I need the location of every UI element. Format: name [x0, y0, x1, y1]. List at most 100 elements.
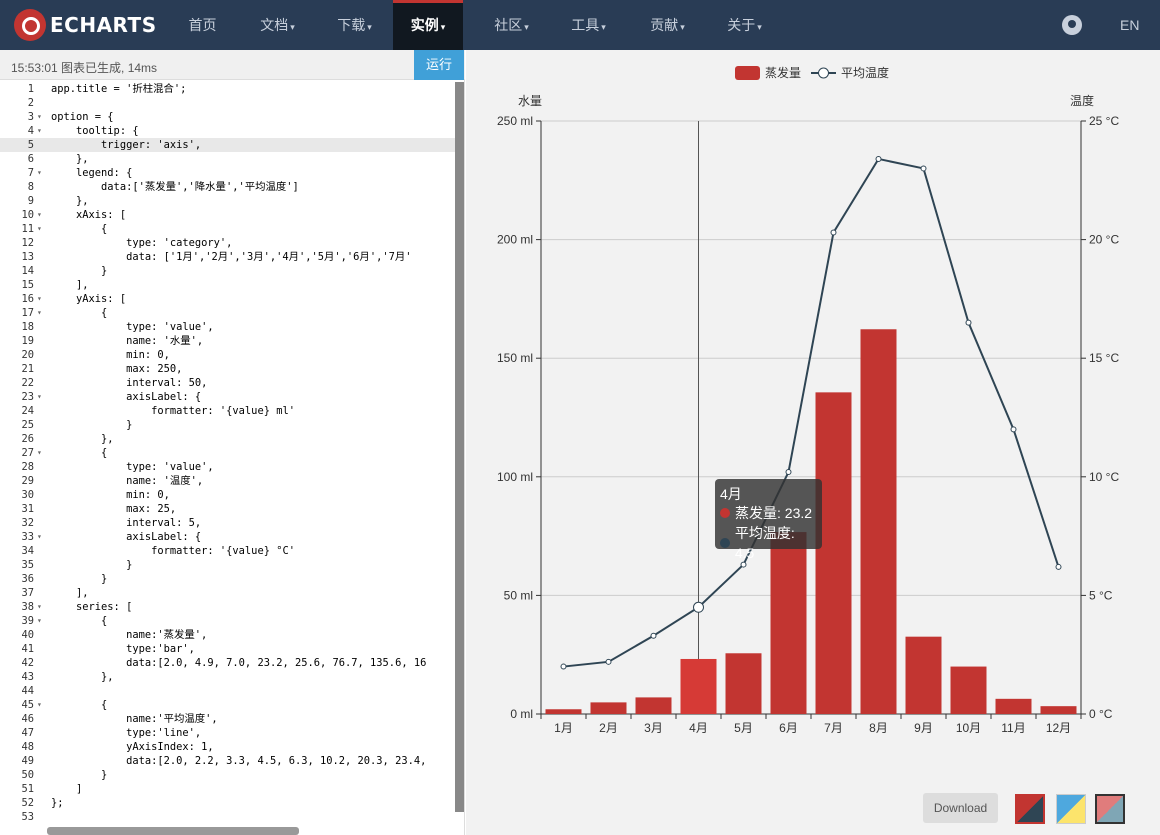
code-text: }: [51, 419, 133, 431]
x-tick-label: 2月: [599, 721, 618, 735]
code-text: },: [51, 195, 89, 207]
nav-item[interactable]: 首页: [175, 0, 230, 50]
nav-item[interactable]: 贡献 ▾: [635, 0, 700, 50]
line-number: 39: [21, 615, 34, 627]
nav-item[interactable]: 下载 ▾: [322, 0, 387, 50]
x-tick-label: 3月: [644, 721, 663, 735]
y-tick-label-left: 250 ml: [497, 114, 533, 128]
tooltip-row-label: 蒸发量: 23.2: [735, 505, 813, 521]
line-number: 30: [21, 489, 34, 501]
line-number: 1: [27, 83, 34, 95]
line-number: 32: [21, 517, 34, 529]
code-text: min: 0,: [51, 349, 170, 361]
code-line: 32 interval: 5,: [0, 516, 455, 530]
line-number: 14: [21, 265, 34, 277]
echarts-logo[interactable]: ECHARTS: [14, 9, 157, 41]
nav-item-label: 工具: [571, 17, 600, 33]
x-tick-label: 9月: [914, 721, 933, 735]
code-line: 19 name: '水量',: [0, 334, 455, 348]
fold-toggle-icon[interactable]: ▾: [37, 124, 42, 138]
y-tick-label-right: 0 °C: [1089, 707, 1113, 721]
code-text: type: 'value',: [51, 321, 214, 333]
nav-item[interactable]: 关于 ▾: [712, 0, 777, 50]
code-line: 30 min: 0,: [0, 488, 455, 502]
nav-item[interactable]: 实例 ▾: [393, 0, 463, 50]
language-switch[interactable]: EN: [1120, 0, 1139, 50]
code-editor[interactable]: 1 app.title = '折柱混合'; 2 3 ▾ option = {4 ▾ tool…: [0, 82, 455, 827]
caret-down-icon: ▾: [680, 22, 685, 32]
fold-toggle-icon[interactable]: ▾: [37, 222, 42, 236]
line-point: [920, 165, 927, 172]
code-line: 49 data:[2.0, 2.2, 3.3, 4.5, 6.3, 10.2, …: [0, 754, 455, 768]
code-text: ],: [51, 587, 89, 599]
caret-down-icon: ▾: [367, 22, 372, 32]
fold-toggle-icon[interactable]: ▾: [37, 390, 42, 404]
x-tick-label: 12月: [1046, 721, 1071, 735]
code-text: },: [51, 153, 89, 165]
code-line: 28 type: 'value',: [0, 460, 455, 474]
line-number: 11: [21, 223, 34, 235]
line-number: 12: [21, 237, 34, 249]
fold-toggle-icon[interactable]: ▾: [37, 292, 42, 306]
fold-toggle-icon[interactable]: ▾: [37, 306, 42, 320]
download-button[interactable]: Download: [923, 793, 998, 823]
code-line: 45 ▾ {: [0, 698, 455, 712]
code-text: interval: 50,: [51, 377, 208, 389]
editor-horizontal-scrollbar[interactable]: [47, 827, 299, 835]
caret-down-icon: ▾: [290, 22, 295, 32]
line-number: 29: [21, 475, 34, 487]
nav-item[interactable]: 工具 ▾: [556, 0, 621, 50]
code-line: 21 max: 250,: [0, 362, 455, 376]
code-line: 20 min: 0,: [0, 348, 455, 362]
fold-toggle-icon[interactable]: ▾: [37, 614, 42, 628]
theme-swatch-light[interactable]: [1056, 794, 1086, 824]
legend-label: 平均温度: [841, 65, 889, 80]
code-line: 41 type:'bar',: [0, 642, 455, 656]
code-line: 40 name:'蒸发量',: [0, 628, 455, 642]
nav-item-label: 文档: [260, 17, 289, 33]
github-icon[interactable]: [1062, 15, 1082, 35]
code-line: 34 formatter: '{value} °C': [0, 544, 455, 558]
code-text: ],: [51, 279, 89, 291]
fold-toggle-icon[interactable]: ▾: [37, 530, 42, 544]
series-color-dot: [720, 508, 730, 518]
nav-item[interactable]: 文档 ▾: [245, 0, 310, 50]
line-number: 8: [27, 181, 34, 193]
fold-toggle-icon[interactable]: ▾: [37, 446, 42, 460]
line-number: 34: [21, 545, 34, 557]
code-line: 36 }: [0, 572, 455, 586]
line-number: 43: [21, 671, 34, 683]
x-tick-label: 1月: [554, 721, 573, 735]
fold-toggle-icon[interactable]: ▾: [37, 600, 42, 614]
line-number: 40: [21, 629, 34, 641]
code-text: legend: {: [51, 167, 133, 179]
line-point: [693, 601, 704, 613]
line-number: 19: [21, 335, 34, 347]
run-button[interactable]: 运行: [414, 50, 464, 80]
code-line: 51 ]: [0, 782, 455, 796]
code-line: 18 type: 'value',: [0, 320, 455, 334]
x-tick-label: 4月: [689, 721, 708, 735]
y-tick-label-left: 0 ml: [510, 707, 533, 721]
theme-swatch-dark[interactable]: [1095, 794, 1125, 824]
editor-vertical-scrollbar[interactable]: [455, 82, 464, 812]
logo-text: ECHARTS: [50, 13, 157, 37]
code-text: name: '温度',: [51, 475, 204, 487]
line-number: 42: [21, 657, 34, 669]
line-number: 20: [21, 349, 34, 361]
code-line: 48 yAxisIndex: 1,: [0, 740, 455, 754]
fold-toggle-icon[interactable]: ▾: [37, 698, 42, 712]
code-text: axisLabel: {: [51, 391, 202, 403]
series-color-dot: [720, 538, 730, 548]
y-tick-label-right: 15 °C: [1089, 351, 1119, 365]
code-text: }: [51, 559, 133, 571]
chart-canvas[interactable]: 0 ml 50 ml 100 ml 150 ml 200 ml 250 ml 0 °C 5 °…: [466, 50, 1160, 835]
theme-swatch-default[interactable]: [1015, 794, 1045, 824]
fold-toggle-icon[interactable]: ▾: [37, 166, 42, 180]
nav-item[interactable]: 社区 ▾: [479, 0, 544, 50]
fold-toggle-icon[interactable]: ▾: [37, 208, 42, 222]
line-number: 7: [27, 167, 34, 179]
code-text: axisLabel: {: [51, 531, 202, 543]
fold-toggle-icon[interactable]: ▾: [37, 110, 42, 124]
code-text: {: [51, 699, 108, 711]
